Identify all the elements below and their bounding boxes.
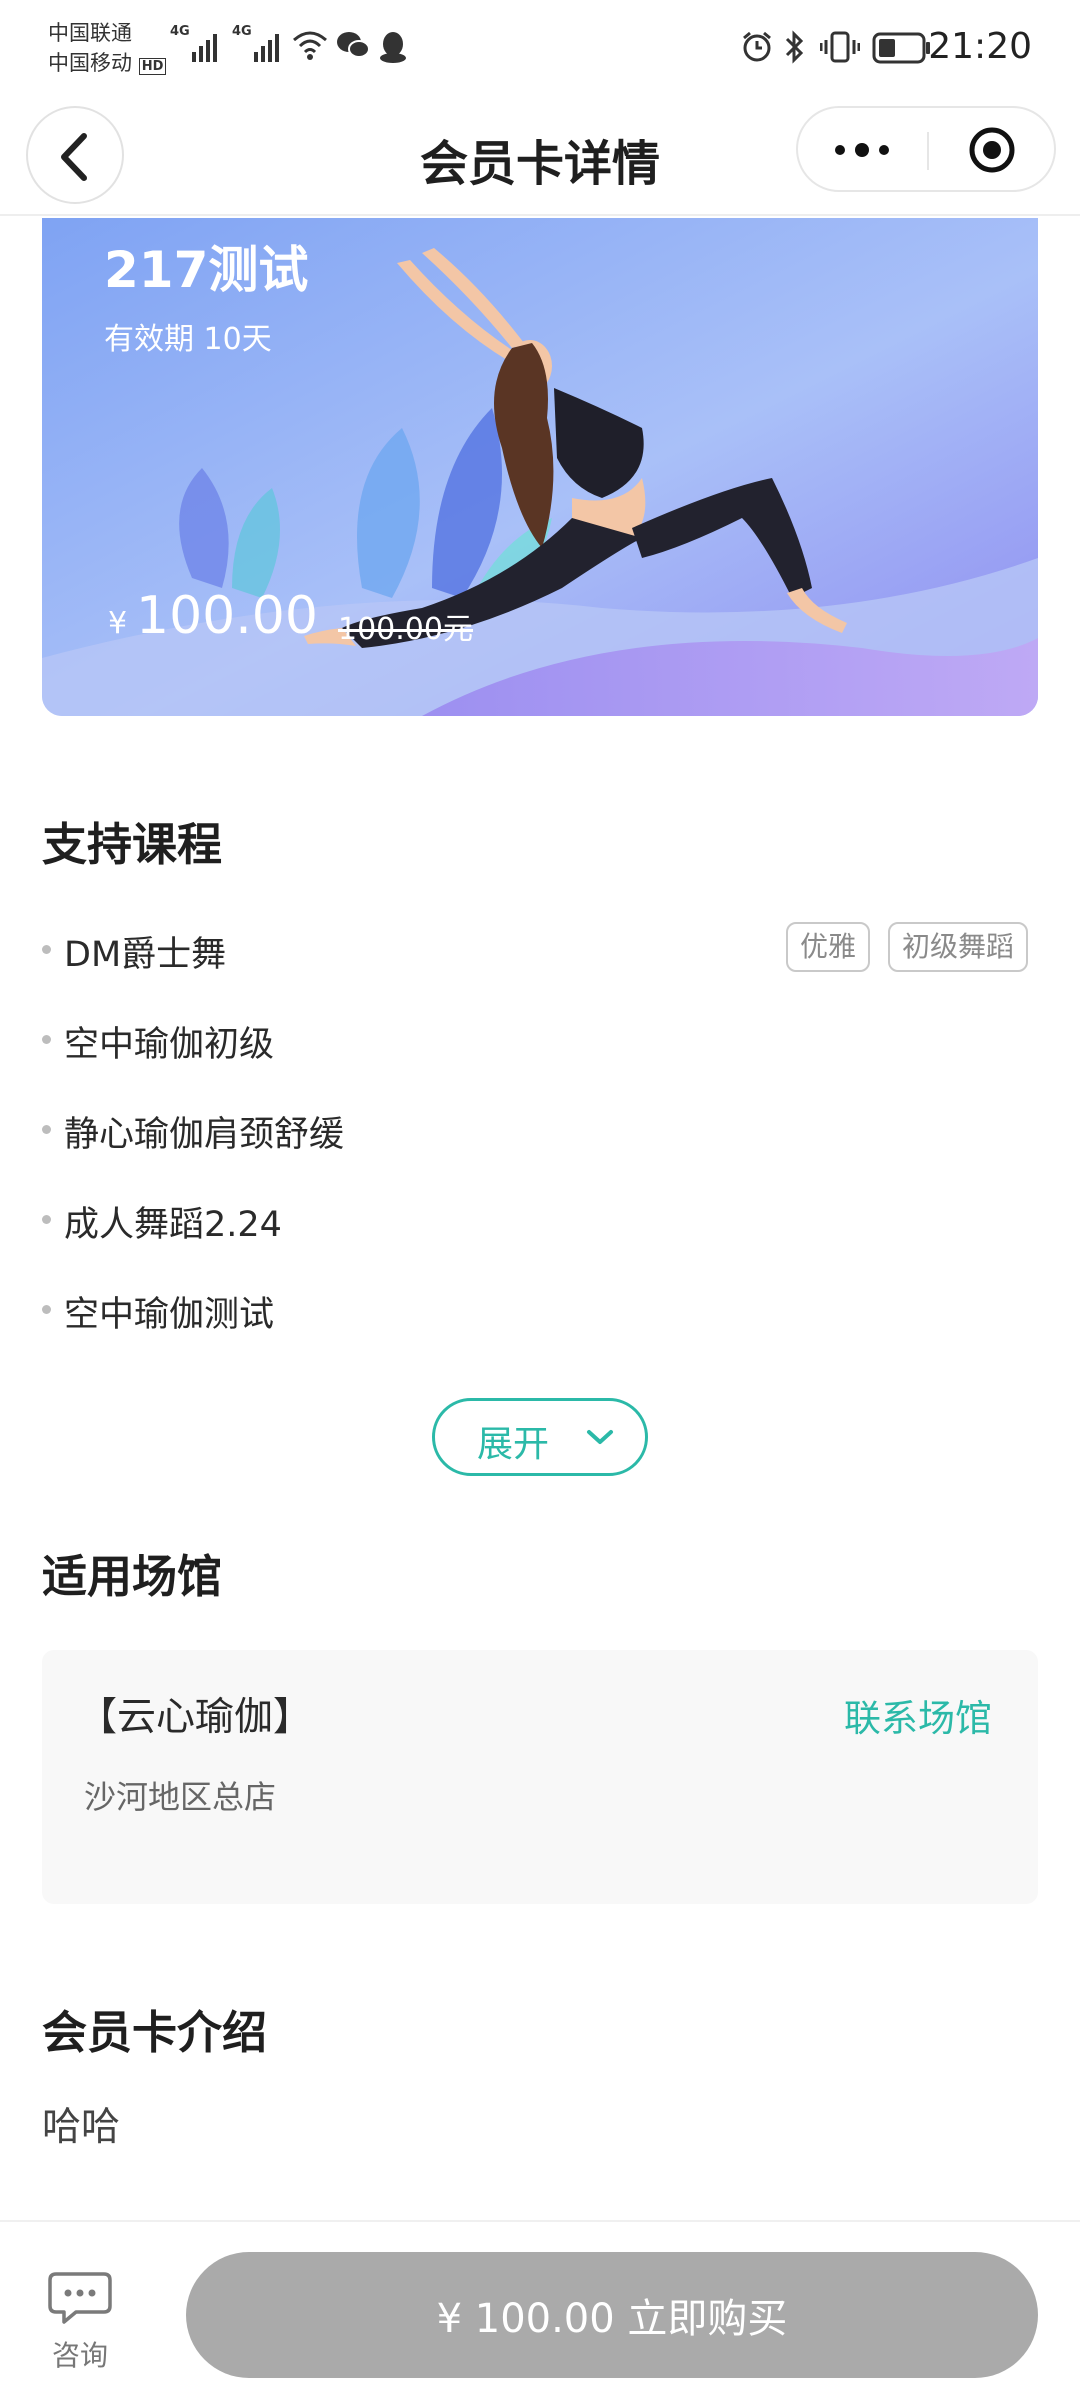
course-item[interactable]: 空中瑜伽初级: [42, 1008, 1038, 1068]
consult-label: 咨询: [51, 2339, 108, 2372]
expand-courses-button[interactable]: 展开: [432, 1398, 648, 1476]
venue-card: 【云心瑜伽】 联系场馆 沙河地区总店: [42, 1650, 1038, 1904]
card-price: 100.00: [136, 586, 318, 646]
expand-label: 展开: [477, 1424, 550, 1465]
chevron-down-icon: [587, 1430, 613, 1444]
bullet-dot: [42, 1125, 51, 1134]
bullet-dot: [42, 945, 51, 954]
carrier-1: 中国联通: [48, 21, 132, 45]
venue-address: 沙河地区总店: [84, 1778, 277, 1816]
course-tag: 初级舞蹈: [888, 922, 1029, 972]
carrier-info: 中国联通 中国移动 HD: [48, 18, 167, 82]
wechat-icon: [337, 32, 370, 58]
wifi-icon: [293, 31, 327, 60]
venue-section-title: 适用场馆: [42, 1550, 223, 1603]
close-mini-program-button[interactable]: [930, 108, 1056, 192]
bullet-dot: [42, 1215, 51, 1224]
more-button[interactable]: [798, 108, 926, 192]
chat-bubble-icon: [48, 2272, 112, 2324]
course-item[interactable]: 静心瑜伽肩颈舒缓: [42, 1098, 1038, 1158]
card-original-price: 100.00元: [338, 612, 473, 647]
bluetooth-icon: [785, 30, 804, 64]
vibrate-icon: [820, 31, 860, 63]
clock: 21:20: [928, 26, 1032, 67]
card-name: 217测试: [104, 241, 309, 299]
signal-icon: 4G: [170, 24, 217, 62]
more-dots-icon: [835, 143, 889, 157]
status-bar: 中国联通 中国移动 HD 4G 4G 21:20: [0, 0, 1080, 96]
course-name: DM爵士舞: [64, 935, 227, 975]
currency-symbol: ¥: [108, 606, 128, 641]
courses-section-title: 支持课程: [42, 818, 223, 871]
navigation-bar: 会员卡详情: [0, 96, 1080, 216]
venue-name: 【云心瑜伽】: [78, 1695, 313, 1740]
hd-badge: HD: [138, 58, 167, 75]
intro-section-title: 会员卡介绍: [42, 2006, 268, 2059]
buy-now-button[interactable]: ¥ 100.00 立即购买: [186, 2252, 1038, 2378]
alarm-icon: [743, 31, 771, 62]
course-name: 空中瑜伽测试: [64, 1295, 275, 1335]
card-validity: 有效期 10天: [104, 322, 272, 357]
course-name: 静心瑜伽肩颈舒缓: [64, 1115, 345, 1155]
bullet-dot: [42, 1035, 51, 1044]
consult-button[interactable]: 咨询: [40, 2270, 120, 2380]
course-name: 成人舞蹈2.24: [64, 1205, 282, 1245]
course-item[interactable]: DM爵士舞 优雅 初级舞蹈: [42, 918, 1038, 978]
course-name: 空中瑜伽初级: [64, 1025, 275, 1065]
qq-icon: [380, 32, 406, 63]
course-item[interactable]: 空中瑜伽测试: [42, 1278, 1038, 1338]
membership-card: 217测试 有效期 10天 ¥ 100.00 100.00元: [42, 218, 1038, 716]
intro-text: 哈哈: [42, 2105, 121, 2150]
bottom-action-bar: 咨询 ¥ 100.00 立即购买: [0, 2220, 1080, 2400]
course-tag: 优雅: [786, 922, 871, 972]
battery-icon: [872, 32, 930, 64]
mini-program-capsule: [796, 106, 1056, 192]
bullet-dot: [42, 1305, 51, 1314]
capsule-divider: [927, 132, 929, 170]
course-item[interactable]: 成人舞蹈2.24: [42, 1188, 1038, 1248]
buy-now-label: ¥ 100.00 立即购买: [436, 2296, 788, 2342]
carrier-2: 中国移动 HD: [48, 48, 167, 82]
contact-venue-link[interactable]: 联系场馆: [844, 1688, 992, 1742]
target-icon: [969, 127, 1015, 173]
signal-icon-2: 4G: [232, 24, 279, 62]
